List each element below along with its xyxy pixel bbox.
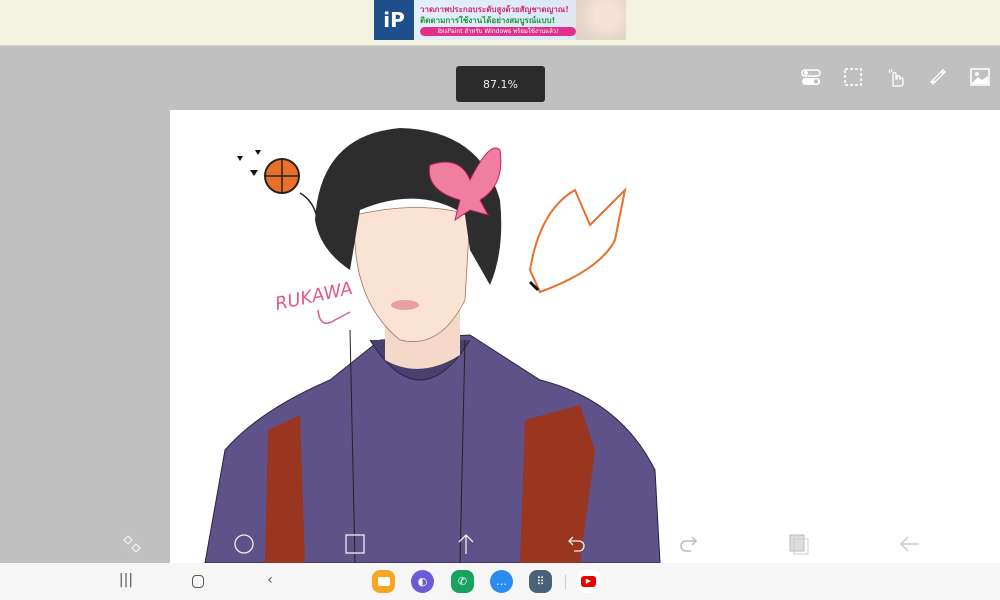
- transform-icon[interactable]: [120, 532, 144, 556]
- ad-line-2: ติดตามการใช้งานได้อย่างสมบูรณ์แบบ!: [420, 16, 556, 25]
- back-arrow-icon[interactable]: [898, 532, 922, 556]
- recent-apps-icon[interactable]: |||: [116, 572, 136, 592]
- taskbar-divider: [565, 575, 566, 589]
- internet-icon[interactable]: ◐: [411, 570, 434, 593]
- layers-icon[interactable]: [787, 532, 811, 556]
- redo-icon[interactable]: [676, 532, 700, 556]
- image-icon[interactable]: [969, 66, 991, 88]
- toggle-icon[interactable]: [800, 66, 822, 88]
- back-icon[interactable]: ‹: [260, 572, 280, 592]
- system-taskbar: ||| ‹ ◐ ✆ … ⠿ ▶: [0, 563, 1000, 600]
- up-arrow-icon[interactable]: [454, 532, 478, 556]
- apps-drawer-icon[interactable]: ⠿: [529, 570, 552, 593]
- square-icon[interactable]: [343, 532, 367, 556]
- home-icon[interactable]: [188, 572, 208, 592]
- brush-circle-icon[interactable]: [232, 532, 256, 556]
- my-files-icon[interactable]: [372, 570, 395, 593]
- zoom-level-indicator: 87.1%: [456, 66, 545, 102]
- ruler-icon[interactable]: [927, 66, 949, 88]
- undo-icon[interactable]: [565, 532, 589, 556]
- ad-cta[interactable]: ibisPaint สำหรับ Windows พร้อมใช้งานแล้ว…: [420, 27, 576, 36]
- ad-banner-bar: iP วาดภาพประกอบระดับสูงด้วยสัญชาตญาณ! ติ…: [0, 0, 1000, 46]
- messages-icon[interactable]: …: [490, 570, 513, 593]
- ibispaint-logo: iP: [374, 0, 414, 40]
- selection-icon[interactable]: [842, 66, 864, 88]
- ad-banner[interactable]: iP วาดภาพประกอบระดับสูงด้วยสัญชาตญาณ! ติ…: [374, 0, 626, 40]
- phone-icon[interactable]: ✆: [451, 570, 474, 593]
- bottom-toolbar: [0, 522, 1000, 564]
- hand-icon[interactable]: [885, 66, 907, 88]
- ad-character-image: [576, 0, 626, 40]
- artwork: RUKAWA: [204, 128, 661, 563]
- youtube-icon[interactable]: ▶: [577, 570, 600, 593]
- drawing-canvas[interactable]: RUKAWA: [170, 110, 1000, 563]
- signature-text: RUKAWA: [273, 278, 354, 315]
